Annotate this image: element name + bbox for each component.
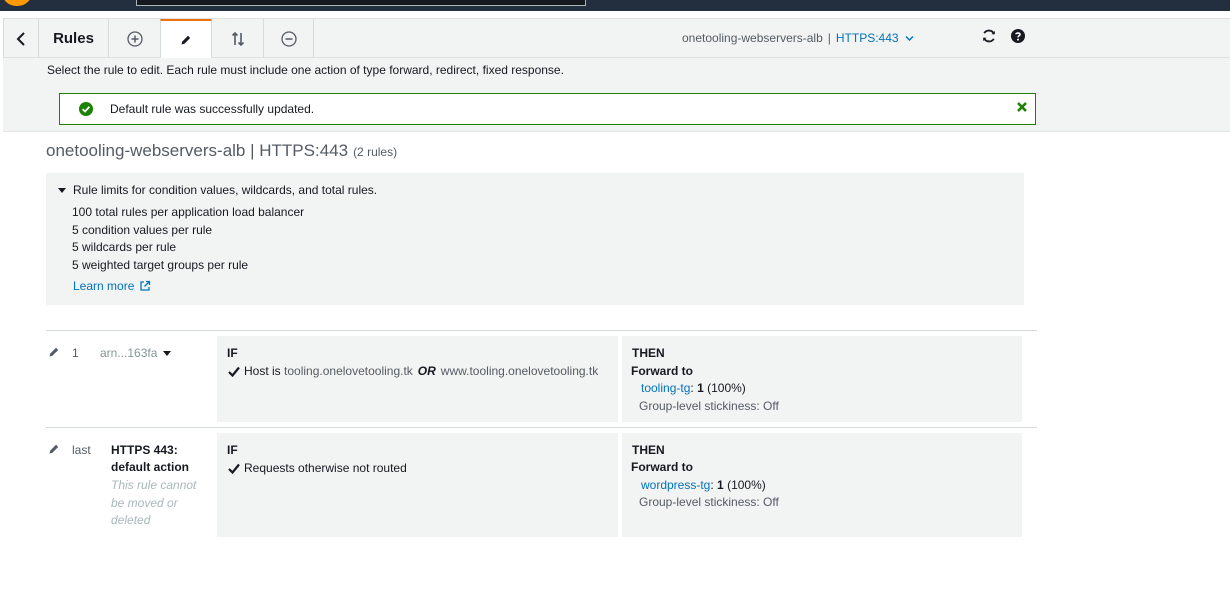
breadcrumb-separator: | (827, 31, 831, 45)
help-icon[interactable] (1010, 28, 1026, 44)
target-weight: 1 (717, 478, 724, 492)
if-label: IF (227, 443, 238, 457)
edit-rules-button[interactable] (160, 19, 212, 58)
plus-circle-icon (126, 30, 143, 47)
condition-value: tooling.onelovetooling.tk (284, 364, 413, 378)
rule-count: (2 rules) (353, 145, 398, 159)
rule-actions-cell[interactable]: THEN Forward to wordpress-tg: 1 (100%) G… (622, 433, 1022, 537)
add-rules-button[interactable] (109, 19, 161, 58)
check-icon (228, 463, 240, 474)
default-rule-action: default action (111, 460, 190, 474)
listener-label: HTTPS:443 (835, 31, 899, 45)
target-weight: 1 (697, 381, 704, 395)
rule-priority: last (72, 443, 91, 457)
condition-prefix: Host is (244, 364, 281, 378)
pencil-icon[interactable] (48, 346, 60, 358)
list-item: 5 condition values per rule (72, 222, 213, 237)
success-flash: Default rule was successfully updated. (59, 93, 1036, 125)
chevron-down-icon (905, 36, 914, 41)
listener-breadcrumb: onetooling-webservers-alb | HTTPS:443 (682, 31, 914, 45)
caret-down-icon (58, 187, 66, 193)
minus-circle-icon (280, 30, 297, 47)
condition-value: www.tooling.onelovetooling.tk (440, 364, 599, 378)
external-link-icon (140, 280, 151, 291)
target-group-weight: wordpress-tg: 1 (100%) (641, 478, 766, 492)
rule-limits-panel: Rule limits for condition values, wildca… (46, 173, 1024, 305)
if-label: IF (227, 346, 238, 360)
condition-or: OR (417, 364, 436, 378)
target-weight-pct: (100%) (727, 478, 766, 492)
load-balancer-name: onetooling-webservers-alb (682, 31, 823, 45)
rule-conditions-cell[interactable]: IF Requests otherwise not routed (217, 433, 618, 537)
default-rule-title: HTTPS 443: default action (111, 442, 189, 476)
flash-message: Default rule was successfully updated. (110, 102, 315, 116)
default-rule-note: This rule cannot be moved or deleted (111, 478, 197, 528)
delete-rules-button[interactable] (264, 19, 314, 58)
edit-instruction: Select the rule to edit. Each rule must … (47, 63, 564, 77)
refresh-icon[interactable] (981, 28, 997, 44)
back-button[interactable] (3, 19, 39, 58)
check-icon (228, 366, 240, 377)
rule-limits-toggle[interactable]: Rule limits for condition values, wildca… (58, 183, 377, 197)
rule-conditions-cell[interactable]: IF Host is tooling.onelovetooling.tk OR ww… (217, 336, 618, 422)
chevron-left-icon (16, 31, 25, 46)
close-icon[interactable] (1016, 101, 1028, 113)
divider (46, 330, 1037, 331)
then-label: THEN (632, 443, 665, 457)
target-group-weight: tooling-tg: 1 (100%) (641, 381, 746, 395)
learn-more-link[interactable]: Learn more (73, 279, 151, 293)
default-rule-listener: HTTPS 443: (111, 443, 178, 457)
instruction-band: Select the rule to edit. Each rule must … (3, 58, 1230, 132)
then-label: THEN (632, 346, 665, 360)
console-search-input[interactable] (136, 0, 586, 6)
action-type: Forward to (631, 460, 693, 474)
rules-toolbar: Rules onetooling-webservers-alb | HTTPS:44… (3, 18, 1230, 58)
listener-heading-title: onetooling-webservers-alb | HTTPS:443 (46, 141, 349, 160)
target-weight-pct: (100%) (707, 381, 746, 395)
rule-actions-cell[interactable]: THEN Forward to tooling-tg: 1 (100%) Gro… (622, 336, 1022, 422)
learn-more-label: Learn more (73, 279, 135, 293)
reorder-rules-button[interactable] (212, 19, 264, 58)
list-item: 5 wildcards per rule (72, 240, 177, 255)
target-group-link[interactable]: tooling-tg (641, 381, 690, 395)
rule-limits-label: Rule limits for condition values, wildca… (73, 183, 378, 197)
pencil-icon (181, 35, 191, 44)
target-group-link[interactable]: wordpress-tg (641, 478, 710, 492)
target-separator: : (710, 478, 714, 492)
host-condition: Host is tooling.onelovetooling.tk OR www.t… (228, 364, 598, 378)
action-type: Forward to (631, 364, 693, 378)
rule-limits-list: 100 total rules per application load bal… (72, 204, 304, 275)
pencil-icon[interactable] (48, 443, 60, 455)
list-item: 5 weighted target groups per rule (72, 258, 249, 273)
rule-arn-label: arn...163fa (100, 346, 158, 360)
listener-heading: onetooling-webservers-alb | HTTPS:443 (2 … (46, 141, 397, 161)
divider (46, 427, 1037, 428)
caret-down-icon (163, 350, 172, 356)
page-title: Rules (39, 19, 109, 58)
sort-arrows-icon (231, 31, 244, 46)
aws-top-nav (0, 0, 1230, 11)
listener-selector[interactable]: HTTPS:443 (836, 31, 914, 45)
stickiness-status: Group-level stickiness: Off (639, 399, 779, 413)
rule-arn-dropdown[interactable]: arn...163fa (100, 346, 172, 360)
list-item: 100 total rules per application load bal… (72, 205, 305, 219)
rule-priority: 1 (72, 346, 79, 360)
target-separator: : (690, 381, 694, 395)
stickiness-status: Group-level stickiness: Off (639, 495, 779, 509)
default-condition: Requests otherwise not routed (228, 461, 407, 475)
check-circle-icon (79, 102, 93, 116)
condition-text: Requests otherwise not routed (244, 461, 407, 475)
aws-logo-icon[interactable] (2, 0, 32, 6)
